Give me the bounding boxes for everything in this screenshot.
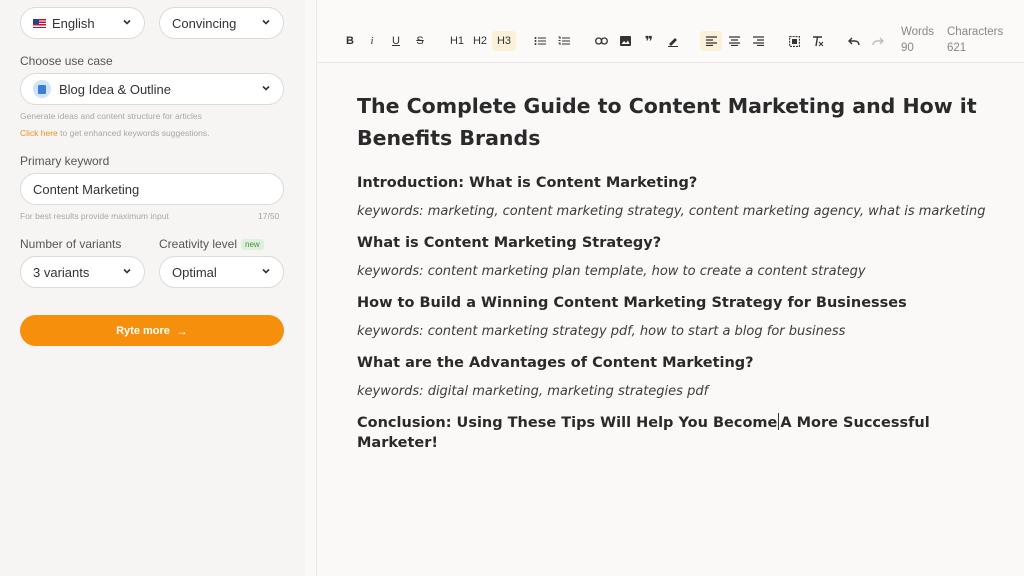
- ryte-more-button[interactable]: Ryte more →: [20, 315, 284, 346]
- heading2-button[interactable]: H2: [469, 31, 491, 51]
- creativity-value: Optimal: [172, 264, 217, 280]
- section-heading: Introduction: What is Content Marketing?: [357, 175, 698, 191]
- editor-toolbar: B i U S H1 H2 H3 ❞ Words 90 Characters 6…: [317, 0, 1024, 63]
- chevron-down-icon: [262, 19, 270, 25]
- use-case-value: Blog Idea & Outline: [59, 81, 172, 97]
- use-case-select[interactable]: Blog Idea & Outline: [20, 73, 284, 105]
- strikethrough-button[interactable]: S: [411, 31, 429, 51]
- variants-value: 3 variants: [33, 264, 90, 280]
- tone-select[interactable]: Convincing: [159, 7, 284, 39]
- use-case-hint: Generate ideas and content structure for…: [20, 111, 202, 121]
- new-badge: new: [241, 239, 264, 251]
- word-count-value: 90: [901, 42, 914, 54]
- section-keywords: keywords: digital marketing, marketing s…: [357, 384, 709, 399]
- keyword-hint: For best results provide maximum input: [20, 211, 169, 221]
- heading1-button[interactable]: H1: [446, 31, 468, 51]
- primary-keyword-input[interactable]: Content Marketing: [20, 173, 284, 205]
- bold-button[interactable]: B: [341, 31, 359, 51]
- heading3-button[interactable]: H3: [492, 31, 516, 51]
- section-keywords: keywords: marketing, content marketing s…: [357, 204, 986, 219]
- highlight-pen-icon[interactable]: [664, 31, 682, 51]
- character-count: Characters 621: [947, 24, 1003, 56]
- character-count-value: 621: [947, 42, 967, 54]
- creativity-label: Creativity level new: [159, 237, 264, 251]
- variants-select[interactable]: 3 variants: [20, 256, 145, 288]
- redo-icon[interactable]: [869, 31, 887, 51]
- primary-keyword-label: Primary keyword: [20, 154, 110, 168]
- chevron-down-icon: [123, 19, 131, 25]
- us-flag-icon: [33, 18, 46, 28]
- use-case-label: Choose use case: [20, 54, 113, 68]
- arrow-right-icon: →: [175, 323, 188, 338]
- align-center-icon[interactable]: [725, 31, 743, 51]
- click-here-link[interactable]: Click here: [20, 128, 58, 138]
- creativity-select[interactable]: Optimal: [159, 256, 284, 288]
- chevron-down-icon: [262, 85, 270, 91]
- language-value: English: [52, 15, 95, 31]
- variants-label: Number of variants: [20, 237, 122, 251]
- underline-button[interactable]: U: [387, 31, 405, 51]
- character-count-label: Characters: [947, 26, 1004, 38]
- link-icon[interactable]: [592, 31, 610, 51]
- section-heading: What are the Advantages of Content Marke…: [357, 355, 754, 371]
- select-all-icon[interactable]: [785, 31, 803, 51]
- keyword-char-count: 17/50: [258, 211, 280, 221]
- word-count-label: Words: [901, 26, 935, 38]
- section-heading: How to Build a Winning Content Marketing…: [357, 295, 907, 311]
- word-count: Words 90: [901, 24, 934, 56]
- chevron-down-icon: [123, 268, 131, 274]
- quote-icon[interactable]: ❞: [640, 31, 658, 51]
- ryte-more-label: Ryte more: [116, 324, 170, 337]
- language-select[interactable]: English: [20, 7, 145, 39]
- bullet-list-icon[interactable]: [531, 31, 549, 51]
- conclusion-heading: Conclusion: Using These Tips Will Help Y…: [357, 413, 997, 453]
- tone-value: Convincing: [172, 15, 237, 31]
- creativity-label-text: Creativity level: [159, 237, 238, 251]
- align-left-icon[interactable]: [700, 31, 722, 51]
- panel-divider: [316, 0, 317, 576]
- italic-button[interactable]: i: [363, 31, 381, 51]
- section-keywords: keywords: content marketing plan templat…: [357, 264, 866, 279]
- document-editor[interactable]: The Complete Guide to Content Marketing …: [357, 90, 997, 453]
- numbered-list-icon[interactable]: [555, 31, 573, 51]
- keyword-suggestion-hint: Click here to get enhanced keywords sugg…: [20, 128, 210, 138]
- primary-keyword-value: Content Marketing: [33, 181, 140, 197]
- settings-sidebar: English Convincing Choose use case Blog …: [0, 0, 305, 576]
- conclusion-text-before-cursor: Conclusion: Using These Tips Will Help Y…: [357, 415, 778, 431]
- clear-format-icon[interactable]: [809, 31, 827, 51]
- section-heading: What is Content Marketing Strategy?: [357, 235, 662, 251]
- image-icon[interactable]: [616, 31, 634, 51]
- undo-icon[interactable]: [845, 31, 863, 51]
- align-right-icon[interactable]: [749, 31, 767, 51]
- chevron-down-icon: [262, 268, 270, 274]
- section-keywords: keywords: content marketing strategy pdf…: [357, 324, 846, 339]
- document-icon: [33, 80, 51, 98]
- document-title: The Complete Guide to Content Marketing …: [357, 94, 977, 150]
- click-here-suffix: to get enhanced keywords suggestions.: [60, 128, 210, 138]
